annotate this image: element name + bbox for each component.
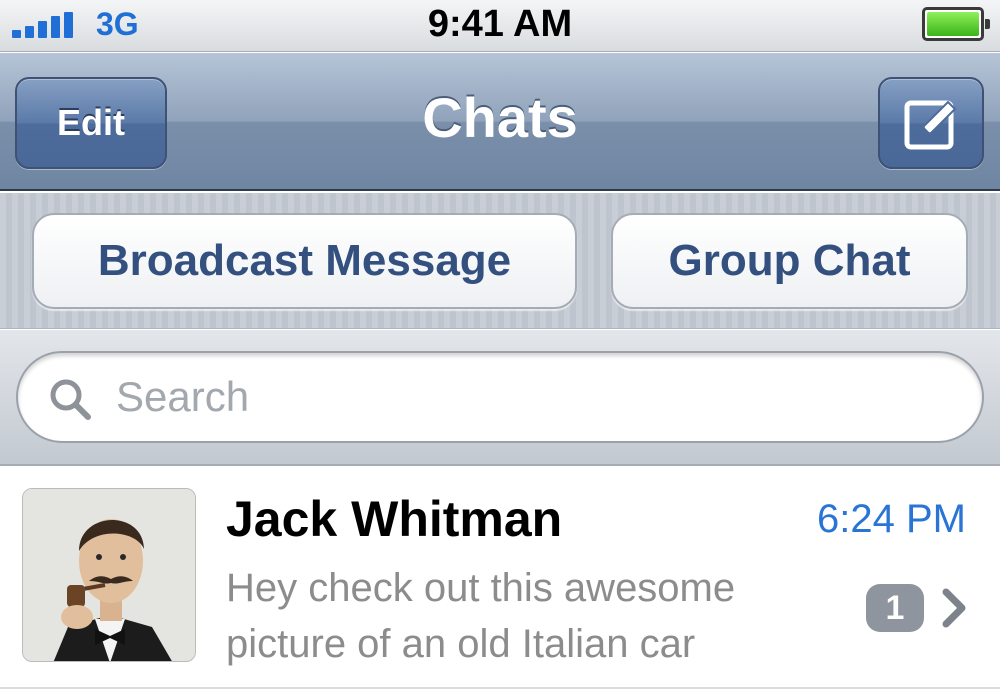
search-icon [50, 379, 91, 420]
contact-photo [23, 489, 195, 661]
chat-timestamp: 6:24 PM [817, 497, 966, 541]
status-bar: 3G 9:41 AM [0, 0, 1000, 52]
compose-button[interactable] [878, 77, 984, 169]
avatar [22, 488, 196, 662]
search-input[interactable] [116, 353, 956, 441]
battery-icon [922, 7, 990, 41]
unread-count-badge: 1 [866, 584, 924, 632]
search-field[interactable] [16, 351, 984, 443]
search-bar [0, 330, 1000, 466]
chat-contact-name: Jack Whitman [226, 491, 563, 547]
chevron-right-icon [942, 588, 966, 628]
page-title: Chats [422, 86, 578, 149]
chat-message-preview: Hey check out this awesome picture of an… [226, 566, 736, 666]
group-chat-button[interactable]: Group Chat [611, 213, 968, 309]
chat-list-item[interactable]: Jack Whitman 6:24 PM Hey check out this … [0, 468, 1000, 689]
action-buttons-bar: Broadcast Message Group Chat [0, 193, 1000, 329]
navigation-bar: Edit Chats [0, 53, 1000, 191]
broadcast-message-button[interactable]: Broadcast Message [32, 213, 577, 309]
compose-icon [904, 100, 957, 150]
status-time: 9:41 AM [427, 3, 573, 45]
